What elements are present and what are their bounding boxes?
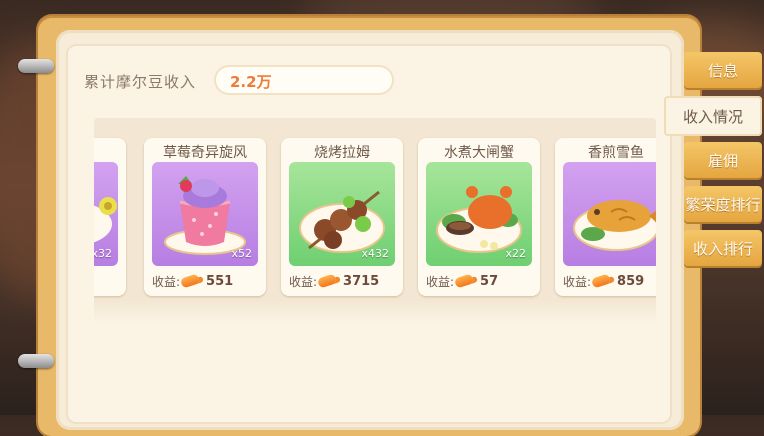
dish-name: 草莓奇异旋风: [163, 145, 247, 161]
income-row: 收益: 551: [152, 272, 233, 290]
income-row: 收益: 859: [563, 272, 644, 290]
dish-card[interactable]: 烧烤拉姆 x432 收益: 3715: [281, 138, 403, 296]
income-label: 收益:: [152, 274, 181, 289]
total-income-label: 累计摩尔豆收入: [84, 73, 197, 91]
income-value: 551: [206, 273, 234, 289]
mole-bean-icon: [590, 273, 612, 289]
dish-card[interactable]: 水煮大闸蟹 x22 收益: 57: [418, 138, 540, 296]
tab-income-status[interactable]: 收入情况: [664, 96, 762, 136]
dish-image: x432: [289, 162, 395, 266]
sales-count: x22: [505, 247, 526, 260]
tab-income-ranking[interactable]: 收入排行: [684, 230, 762, 266]
dish-image: x: [563, 162, 656, 266]
income-row: 收益: 57: [426, 272, 498, 290]
income-value: 57: [480, 273, 499, 289]
dish-name: 水煮大闸蟹: [444, 145, 514, 161]
dish-card[interactable]: x32: [94, 138, 126, 296]
mole-bean-icon: [453, 273, 475, 289]
income-value: 859: [617, 273, 645, 289]
income-value: 3715: [343, 273, 380, 289]
income-label: 收益:: [426, 274, 455, 289]
income-row: 收益: 3715: [289, 272, 379, 290]
dish-card[interactable]: 草莓奇异旋风 x52 收益: 551: [144, 138, 266, 296]
sales-count: x52: [231, 247, 252, 260]
tab-prosperity-ranking[interactable]: 繁荣度排行: [684, 186, 762, 222]
dish-strip[interactable]: x32 草莓奇异旋风 x52 收益: 551 烧烤拉姆 x432 收益: 371…: [94, 118, 656, 322]
total-income-value: 2.2万: [230, 73, 272, 91]
tab-info[interactable]: 信息: [684, 52, 762, 88]
binder-ring-bottom: [18, 354, 54, 368]
income-label: 收益:: [563, 274, 592, 289]
total-income-field: 2.2万: [214, 65, 394, 95]
dish-image: x52: [152, 162, 258, 266]
mole-bean-icon: [316, 273, 338, 289]
binder-ring-top: [18, 59, 54, 73]
mole-bean-icon: [179, 273, 201, 289]
dish-card[interactable]: 香煎雪鱼 x 收益: 859: [555, 138, 656, 296]
dish-name: 烧烤拉姆: [314, 145, 370, 161]
dish-image: x22: [426, 162, 532, 266]
dish-image: x32: [94, 162, 118, 266]
tab-hire[interactable]: 雇佣: [684, 142, 762, 178]
income-label: 收益:: [289, 274, 318, 289]
fried-fish-icon: [573, 200, 656, 251]
strip-fade: [94, 300, 656, 324]
sales-count: x32: [94, 247, 112, 260]
sales-count: x432: [361, 247, 389, 260]
dish-name: 香煎雪鱼: [588, 145, 644, 161]
